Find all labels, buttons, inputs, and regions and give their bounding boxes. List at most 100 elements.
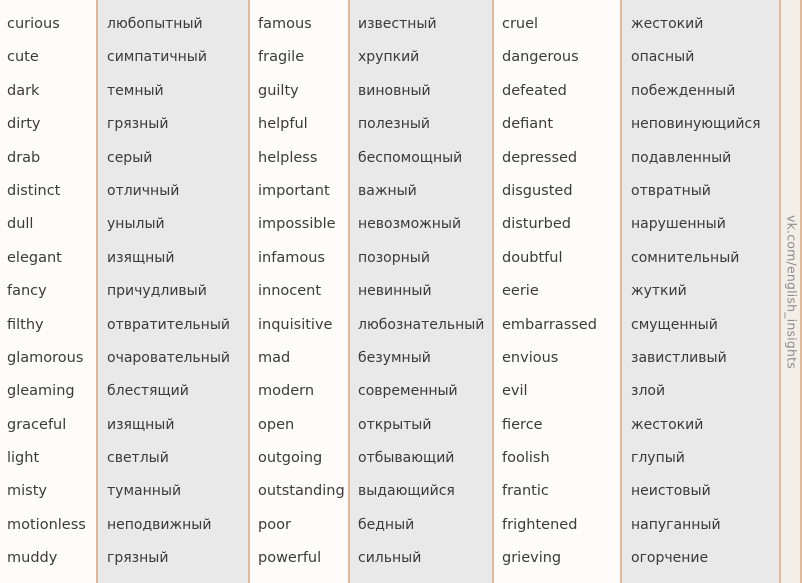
word-cell: evil bbox=[502, 383, 528, 400]
word-cell: причудливый bbox=[107, 283, 207, 300]
word-cell: бедный bbox=[358, 516, 415, 533]
word-cell: глупый bbox=[631, 450, 685, 467]
word-cell: грязный bbox=[107, 116, 169, 133]
word-cell: open bbox=[258, 416, 295, 433]
word-cell: modern bbox=[258, 383, 315, 400]
word-cell: изящный bbox=[107, 416, 175, 433]
word-cell: depressed bbox=[502, 149, 578, 166]
word-cell: современный bbox=[358, 383, 458, 400]
word-cell: светлый bbox=[107, 450, 169, 467]
word-cell: inquisitive bbox=[258, 316, 333, 333]
word-cell: неповинующийся bbox=[631, 116, 761, 133]
word-cell: огорчение bbox=[631, 550, 709, 567]
word-cell: doubtful bbox=[502, 249, 563, 266]
word-cell: mad bbox=[258, 349, 291, 366]
word-cell: полезный bbox=[358, 116, 431, 133]
word-cell: grieving bbox=[502, 550, 562, 567]
word-cell: helpless bbox=[258, 149, 318, 166]
word-cell: серый bbox=[107, 149, 153, 166]
word-cell: poor bbox=[258, 516, 291, 533]
word-cell: безумный bbox=[358, 349, 431, 366]
word-cell: нарушенный bbox=[631, 216, 726, 233]
watermark-strip: vk.com/english_insights bbox=[779, 0, 802, 583]
word-cell: frantic bbox=[502, 483, 549, 500]
word-cell: elegant bbox=[7, 249, 62, 266]
word-cell: невозможный bbox=[358, 216, 462, 233]
word-cell: filthy bbox=[7, 316, 44, 333]
word-cell: muddy bbox=[7, 550, 58, 567]
word-column-russian-2: известный хрупкий виновный полезный беспомощ… bbox=[348, 0, 492, 583]
word-cell: известный bbox=[358, 16, 437, 32]
word-cell: сильный bbox=[358, 550, 422, 567]
word-cell: блестящий bbox=[107, 383, 189, 400]
word-cell: envious bbox=[502, 349, 559, 366]
word-cell: хрупкий bbox=[358, 49, 420, 66]
word-cell: открытый bbox=[358, 416, 432, 433]
word-cell: cute bbox=[7, 49, 39, 66]
word-cell: грязный bbox=[107, 550, 169, 567]
word-cell: подавленный bbox=[631, 149, 732, 166]
word-cell: gleaming bbox=[7, 383, 75, 400]
word-cell: невинный bbox=[358, 283, 432, 300]
word-cell: виновный bbox=[358, 82, 431, 99]
word-cell: curious bbox=[7, 16, 60, 32]
word-cell: disturbed bbox=[502, 216, 571, 233]
word-cell: отличный bbox=[107, 182, 180, 199]
word-cell: eerie bbox=[502, 283, 539, 300]
word-cell: embarrassed bbox=[502, 316, 597, 333]
word-cell: отвратный bbox=[631, 182, 711, 199]
word-cell: отбывающий bbox=[358, 450, 455, 467]
word-cell: злой bbox=[631, 383, 666, 400]
word-cell: defeated bbox=[502, 82, 567, 99]
word-cell: темный bbox=[107, 82, 164, 99]
word-column-english-2: famous fragile guilty helpful helpless import… bbox=[248, 0, 348, 583]
word-cell: famous bbox=[258, 16, 312, 32]
word-cell: беспомощный bbox=[358, 149, 463, 166]
word-cell: любознательный bbox=[358, 316, 485, 333]
word-cell: dirty bbox=[7, 116, 41, 133]
word-cell: напуганный bbox=[631, 516, 721, 533]
word-cell: defiant bbox=[502, 116, 554, 133]
word-cell: infamous bbox=[258, 249, 325, 266]
word-cell: dark bbox=[7, 82, 40, 99]
word-cell: cruel bbox=[502, 16, 539, 32]
word-cell: симпатичный bbox=[107, 49, 207, 66]
word-cell: завистливый bbox=[631, 349, 727, 366]
word-cell: misty bbox=[7, 483, 47, 500]
word-cell: foolish bbox=[502, 450, 550, 467]
word-cell: glamorous bbox=[7, 349, 84, 366]
word-cell: dangerous bbox=[502, 49, 579, 66]
word-cell: important bbox=[258, 182, 330, 199]
word-cell: жуткий bbox=[631, 283, 687, 300]
word-cell: изящный bbox=[107, 249, 175, 266]
word-column-russian-3: жестокий опасный побежденный неповинующийся… bbox=[620, 0, 779, 583]
word-cell: туманный bbox=[107, 483, 182, 500]
word-cell: dull bbox=[7, 216, 34, 233]
word-cell: outstanding bbox=[258, 483, 345, 500]
word-cell: graceful bbox=[7, 416, 67, 433]
word-cell: выдающийся bbox=[358, 483, 455, 500]
word-cell: любопытный bbox=[107, 16, 203, 32]
word-cell: fierce bbox=[502, 416, 543, 433]
word-cell: жестокий bbox=[631, 16, 704, 32]
word-cell: сомнительный bbox=[631, 249, 740, 266]
word-cell: innocent bbox=[258, 283, 322, 300]
word-cell: powerful bbox=[258, 550, 322, 567]
word-cell: fancy bbox=[7, 283, 47, 300]
watermark-label: vk.com/english_insights bbox=[784, 214, 799, 369]
word-column-russian-1: любопытный симпатичный темный грязный серый о… bbox=[96, 0, 248, 583]
word-cell: очаровательный bbox=[107, 349, 230, 366]
word-cell: побежденный bbox=[631, 82, 736, 99]
word-cell: важный bbox=[358, 182, 417, 199]
word-cell: унылый bbox=[107, 216, 165, 233]
vocabulary-table: curious cute dark dirty drab distinct dull eleg… bbox=[0, 0, 802, 583]
word-column-english-3: cruel dangerous defeated defiant depressed di… bbox=[492, 0, 620, 583]
word-cell: light bbox=[7, 450, 40, 467]
word-cell: смущенный bbox=[631, 316, 718, 333]
word-cell: distinct bbox=[7, 182, 61, 199]
word-column-english-1: curious cute dark dirty drab distinct dull eleg… bbox=[0, 0, 96, 583]
word-cell: отвратительный bbox=[107, 316, 230, 333]
word-cell: опасный bbox=[631, 49, 695, 66]
word-cell: motionless bbox=[7, 516, 86, 533]
word-cell: guilty bbox=[258, 82, 299, 99]
